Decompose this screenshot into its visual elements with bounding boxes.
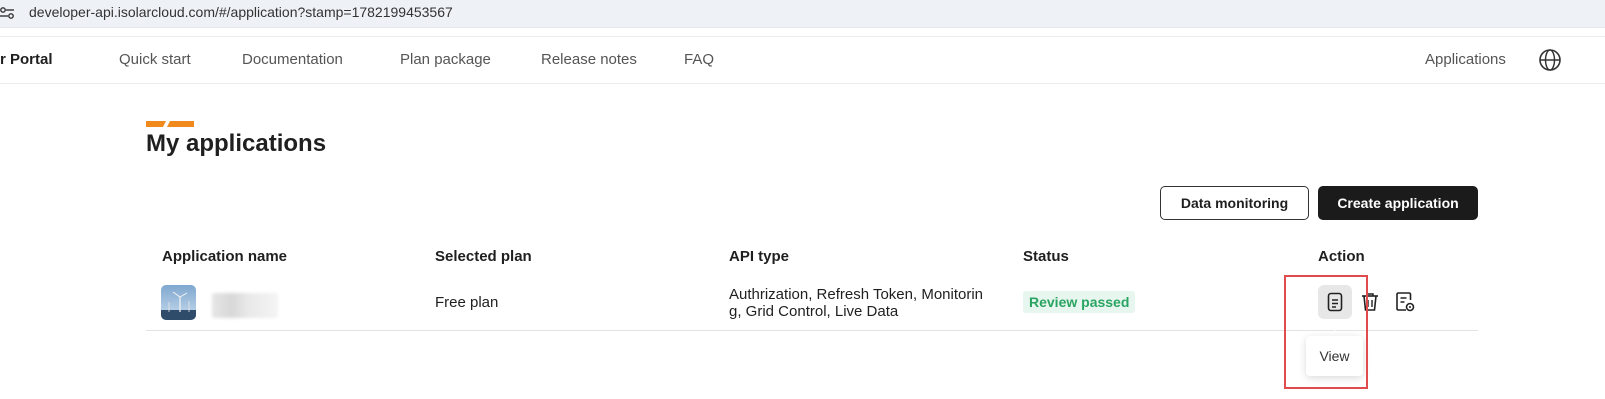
column-header-selected-plan: Selected plan (435, 248, 532, 265)
title-accent-mark (146, 121, 194, 127)
portal-brand[interactable]: r Portal (0, 51, 53, 68)
globe-icon[interactable] (1538, 48, 1562, 72)
api-type-cell: Authrization, Refresh Token, Monitoring,… (729, 286, 984, 320)
column-header-api-type: API type (729, 248, 790, 265)
page-title: My applications (146, 130, 327, 157)
browser-url-bar[interactable]: developer-api.isolarcloud.com/#/applicat… (0, 0, 1605, 28)
nav-item-plan-package[interactable]: Plan package (400, 51, 491, 68)
highlight-box (1284, 275, 1368, 389)
nav-item-release-notes[interactable]: Release notes (541, 51, 637, 68)
nav-item-quick-start[interactable]: Quick start (119, 51, 191, 68)
selected-plan-cell: Free plan (435, 294, 499, 311)
nav-item-faq[interactable]: FAQ (684, 51, 714, 68)
top-navigation: r Portal Quick start Documentation Plan … (0, 36, 1605, 84)
column-header-status: Status (1023, 248, 1069, 265)
nav-item-applications[interactable]: Applications (1425, 51, 1506, 68)
nav-item-documentation[interactable]: Documentation (242, 51, 343, 68)
application-name-redacted (212, 293, 278, 318)
application-thumbnail (161, 285, 196, 320)
column-header-application-name: Application name (162, 248, 288, 265)
url-text[interactable]: developer-api.isolarcloud.com/#/applicat… (29, 4, 453, 20)
tune-icon[interactable] (0, 5, 16, 21)
row-divider (146, 330, 1478, 331)
status-badge: Review passed (1023, 291, 1136, 313)
document-settings-icon[interactable] (1394, 291, 1416, 313)
data-monitoring-button[interactable]: Data monitoring (1160, 186, 1309, 220)
create-application-button[interactable]: Create application (1318, 186, 1478, 220)
column-header-action: Action (1318, 248, 1365, 265)
